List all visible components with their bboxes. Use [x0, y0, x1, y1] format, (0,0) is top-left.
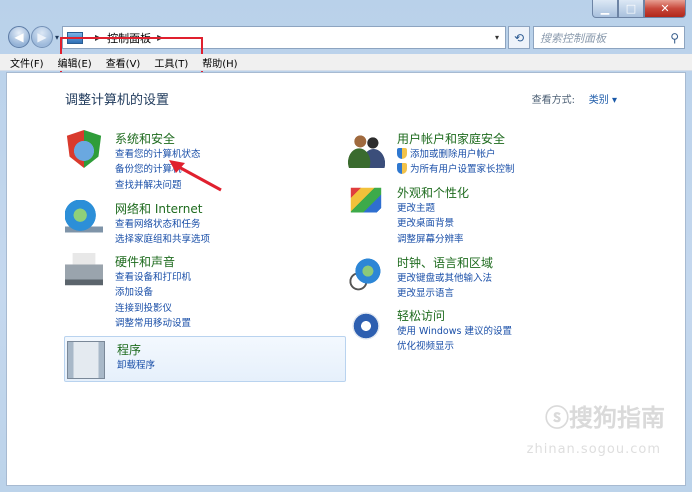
ease-of-access-icon[interactable] — [347, 307, 385, 345]
close-button[interactable]: ✕ — [644, 0, 686, 18]
network-globe-icon[interactable] — [65, 200, 103, 238]
category-title[interactable]: 网络和 Internet — [115, 200, 202, 217]
link-connect-projector[interactable]: 连接到投影仪 — [115, 301, 191, 316]
arrow-shaft — [176, 164, 222, 192]
link-keyboard-input[interactable]: 更改键盘或其他输入法 — [397, 271, 492, 286]
arrow-head — [169, 160, 185, 173]
shield-icon[interactable] — [66, 130, 102, 168]
category-title[interactable]: 外观和个性化 — [397, 184, 469, 201]
menu-edit[interactable]: 编辑(E) — [58, 55, 92, 70]
menu-help[interactable]: 帮助(H) — [202, 55, 237, 70]
category-title[interactable]: 用户帐户和家庭安全 — [397, 130, 505, 147]
maximize-button[interactable]: □ — [618, 0, 644, 18]
refresh-button[interactable]: ⟲ — [508, 26, 530, 49]
link-devices-printers[interactable]: 查看设备和打印机 — [115, 270, 191, 285]
link-network-status[interactable]: 查看网络状态和任务 — [115, 217, 210, 232]
programs-icon[interactable] — [67, 341, 105, 379]
menu-tools[interactable]: 工具(T) — [154, 55, 188, 70]
category-title[interactable]: 硬件和声音 — [115, 253, 175, 270]
uac-shield-icon — [397, 148, 407, 159]
recent-pages-dropdown[interactable]: ▾ — [55, 33, 59, 42]
search-placeholder: 搜索控制面板 — [540, 31, 606, 45]
users-icon[interactable] — [347, 130, 385, 168]
address-dropdown-icon[interactable]: ▾ — [495, 33, 499, 42]
printer-icon[interactable] — [65, 253, 103, 286]
view-by-dropdown[interactable]: 类别 ▾ — [581, 91, 617, 106]
back-button[interactable]: ◀ — [8, 26, 30, 48]
link-add-device[interactable]: 添加设备 — [115, 285, 191, 300]
category-title[interactable]: 系统和安全 — [115, 130, 175, 147]
annotation-arrow — [169, 160, 222, 192]
link-homegroup-sharing[interactable]: 选择家庭组和共享选项 — [115, 232, 210, 247]
forward-button[interactable]: ▶ — [31, 26, 53, 48]
watermark-url: zhinan.sogou.com — [526, 442, 661, 457]
search-input[interactable]: 搜索控制面板 ⚲ — [533, 26, 685, 49]
link-text: 为所有用户设置家长控制 — [410, 164, 515, 176]
menu-view[interactable]: 查看(V) — [106, 55, 141, 70]
minimize-button[interactable]: ▁ — [592, 0, 618, 18]
category-title[interactable]: 程序 — [117, 341, 141, 358]
category-title[interactable]: 轻松访问 — [397, 307, 445, 324]
link-display-language[interactable]: 更改显示语言 — [397, 286, 492, 301]
link-change-theme[interactable]: 更改主题 — [397, 201, 464, 216]
link-mobility-settings[interactable]: 调整常用移动设置 — [115, 316, 191, 331]
link-screen-resolution[interactable]: 调整屏幕分辨率 — [397, 232, 464, 247]
link-recommended-settings[interactable]: 使用 Windows 建议的设置 — [397, 324, 512, 339]
link-optimize-display[interactable]: 优化视频显示 — [397, 339, 512, 354]
link-add-remove-accounts[interactable]: 添加或删除用户帐户 — [397, 147, 515, 162]
watermark-brand: ⓢ搜狗指南 — [545, 404, 665, 432]
clock-globe-icon[interactable] — [347, 254, 385, 292]
menu-file[interactable]: 文件(F) — [10, 55, 44, 70]
control-panel-content: 调整计算机的设置 查看方式: 类别 ▾ 系统和安全 查看您的计算机状态 备份您的… — [6, 72, 686, 486]
menu-bar: 文件(F) 编辑(E) 查看(V) 工具(T) 帮助(H) — [0, 54, 692, 71]
nav-buttons: ◀ ▶ ▾ — [8, 26, 59, 48]
link-desktop-background[interactable]: 更改桌面背景 — [397, 216, 464, 231]
address-toolbar: ◀ ▶ ▾ ▶ 控制面板 ▶ ▾ ⟲ 搜索控制面板 ⚲ — [0, 22, 692, 93]
page-title: 调整计算机的设置 — [65, 93, 170, 108]
caption-buttons: ▁ □ ✕ — [592, 0, 686, 18]
category-programs-hover[interactable] — [64, 336, 346, 382]
uac-shield-icon — [397, 163, 407, 175]
link-text: 添加或删除用户帐户 — [410, 149, 496, 160]
category-title[interactable]: 时钟、语言和区域 — [397, 254, 493, 271]
view-by-label: 查看方式: — [531, 95, 575, 106]
window-frame: ▁ □ ✕ ◀ ▶ ▾ ▶ 控制面板 ▶ ▾ ⟲ 搜索控制面板 ⚲ 文件(F) … — [0, 0, 692, 492]
search-icon[interactable]: ⚲ — [670, 31, 679, 45]
link-parental-controls[interactable]: 为所有用户设置家长控制 — [397, 162, 515, 177]
display-icon[interactable] — [350, 187, 382, 213]
link-uninstall-program[interactable]: 卸载程序 — [117, 358, 155, 373]
